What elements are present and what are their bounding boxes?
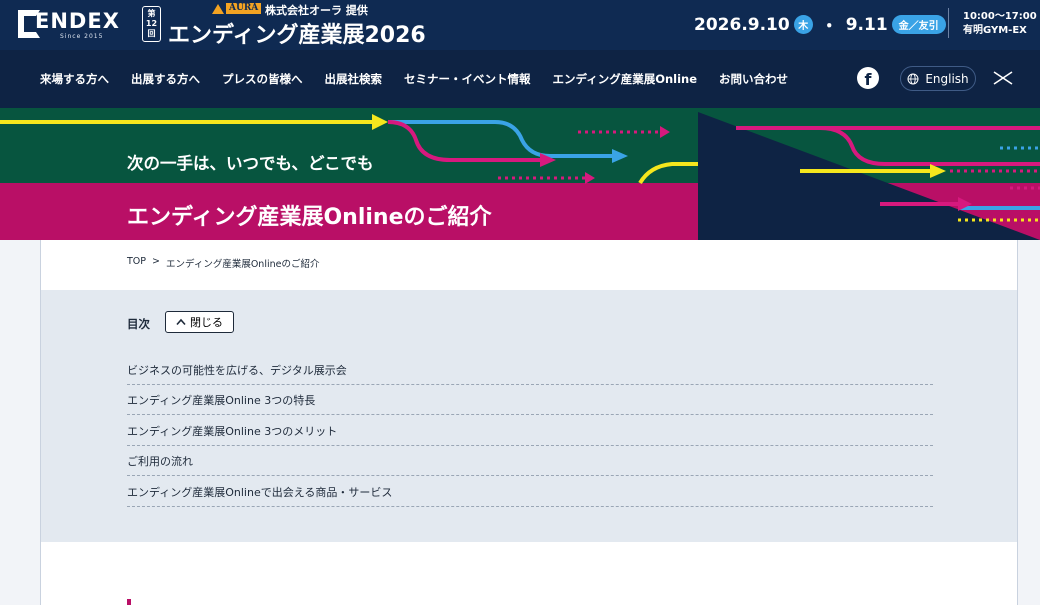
edition-char-1: 第 bbox=[147, 9, 156, 18]
event-venue: 有明GYM-EX bbox=[963, 25, 1027, 36]
breadcrumb-home[interactable]: TOP bbox=[127, 256, 146, 270]
main-content: TOP > エンディング産業展Onlineのご紹介 目次 閉じる ビジネスの可能… bbox=[40, 240, 1018, 605]
sponsor-logo-text: AURA bbox=[226, 3, 262, 14]
logo-text: ENDEX bbox=[35, 9, 120, 33]
event-dates: 2026.9.10 木 ・ 9.11 金／友引 bbox=[694, 12, 946, 37]
nav-item-visitors[interactable]: 来場する方へ bbox=[40, 71, 109, 87]
toc-item[interactable]: エンディング産業展Online 3つのメリット bbox=[127, 415, 933, 446]
toc-item[interactable]: エンディング産業展Onlineで出会える商品・サービス bbox=[127, 476, 933, 507]
nav-item-press[interactable]: プレスの皆様へ bbox=[222, 71, 303, 87]
toc-item-label: ビジネスの可能性を広げる、デジタル展示会 bbox=[127, 363, 347, 377]
hero-banner: 次の一手は、いつでも、どこでも エンディング産業展Onlineのご紹介 bbox=[0, 108, 1040, 240]
time-venue: 10:00〜17:00 有明GYM-EX bbox=[963, 10, 1037, 38]
date-separator: ・ bbox=[820, 17, 838, 37]
language-label: English bbox=[925, 71, 969, 86]
main-nav: 来場する方へ 出展する方へ プレスの皆様へ 出展社検索 セミナー・イベント情報 … bbox=[0, 50, 1040, 108]
nav-item-online[interactable]: エンディング産業展Online bbox=[553, 71, 698, 87]
nav-item-contact[interactable]: お問い合わせ bbox=[719, 71, 788, 87]
sponsor-text: 株式会社オーラ 提供 bbox=[265, 4, 368, 17]
date-start: 2026.9.10 bbox=[694, 14, 790, 35]
expo-title: エンディング産業展2026 bbox=[168, 23, 426, 48]
breadcrumb-separator: > bbox=[152, 256, 160, 267]
toc-close-label: 閉じる bbox=[190, 317, 223, 329]
breadcrumb: TOP > エンディング産業展Onlineのご紹介 bbox=[127, 256, 319, 270]
endex-logo[interactable]: ENDEX Since 2015 bbox=[18, 8, 136, 42]
toc-list: ビジネスの可能性を広げる、デジタル展示会 エンディング産業展Online 3つの… bbox=[127, 354, 933, 507]
day-start-badge: 木 bbox=[793, 15, 813, 34]
toc-close-button[interactable]: 閉じる bbox=[165, 311, 234, 333]
day-end-badge: 金／友引 bbox=[891, 15, 946, 34]
close-icon[interactable] bbox=[992, 67, 1014, 89]
event-time: 10:00〜17:00 bbox=[963, 11, 1037, 22]
logo-since: Since 2015 bbox=[60, 33, 104, 40]
page-title: エンディング産業展Onlineのご紹介 bbox=[127, 205, 492, 230]
table-of-contents: 目次 閉じる ビジネスの可能性を広げる、デジタル展示会 エンディング産業展Onl… bbox=[41, 290, 1017, 542]
nav-item-exhibitor-search[interactable]: 出展社検索 bbox=[325, 71, 383, 87]
toc-item[interactable]: エンディング産業展Online 3つの特長 bbox=[127, 385, 933, 415]
site-header: ENDEX Since 2015 第 12 回 AURA 株式会社オーラ 提供 … bbox=[0, 0, 1040, 50]
aura-triangle-icon bbox=[212, 3, 224, 14]
edition-char-2: 回 bbox=[147, 29, 156, 38]
date-end: 9.11 bbox=[845, 14, 888, 35]
nav-links: 来場する方へ 出展する方へ プレスの皆様へ 出展社検索 セミナー・イベント情報 … bbox=[40, 50, 788, 108]
facebook-icon[interactable]: f bbox=[857, 67, 879, 89]
toc-item[interactable]: ご利用の流れ bbox=[127, 446, 933, 476]
toc-item-label: エンディング産業展Online 3つのメリット bbox=[127, 424, 338, 438]
toc-item-label: エンディング産業展Onlineで出会える商品・サービス bbox=[127, 485, 393, 499]
language-button[interactable]: English bbox=[900, 66, 976, 91]
edition-number: 12 bbox=[145, 19, 158, 28]
section-heading-marker bbox=[127, 599, 131, 605]
breadcrumb-current: エンディング産業展Onlineのご紹介 bbox=[165, 259, 320, 270]
nav-item-exhibitors[interactable]: 出展する方へ bbox=[131, 71, 200, 87]
globe-icon bbox=[907, 73, 919, 84]
toc-title: 目次 bbox=[127, 317, 150, 331]
header-divider bbox=[948, 8, 949, 38]
toc-item[interactable]: ビジネスの可能性を広げる、デジタル展示会 bbox=[127, 354, 933, 385]
hero-tagline: 次の一手は、いつでも、どこでも bbox=[127, 154, 374, 173]
sponsor-logo: AURA bbox=[212, 2, 262, 15]
nav-item-seminars[interactable]: セミナー・イベント情報 bbox=[404, 71, 531, 87]
toc-item-label: エンディング産業展Online 3つの特長 bbox=[127, 394, 316, 408]
chevron-up-icon bbox=[176, 318, 186, 326]
edition-badge: 第 12 回 bbox=[142, 6, 161, 42]
toc-item-label: ご利用の流れ bbox=[127, 455, 193, 469]
